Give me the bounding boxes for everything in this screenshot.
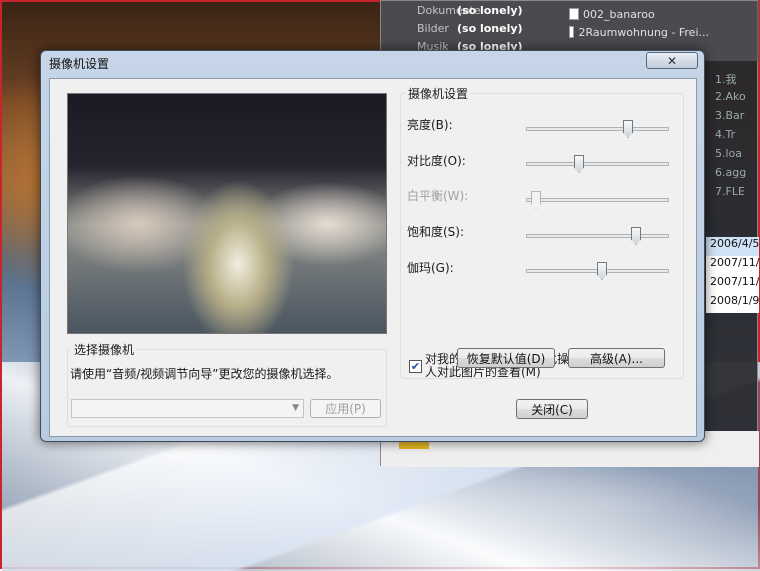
contrast-label: 对比度(O): xyxy=(407,154,466,168)
list-item[interactable]: 3.Bar xyxy=(711,109,759,128)
folder-tag: (so lonely) xyxy=(457,3,523,17)
restore-defaults-label: 恢复默认值(D) xyxy=(466,351,546,366)
list-item[interactable]: 6.agg xyxy=(711,166,759,185)
dialog-title: 摄像机设置 xyxy=(49,57,110,71)
file-list: 002_banaroo 2Raumwohnung - Frei... xyxy=(569,5,709,41)
list-item[interactable]: 7.FLE xyxy=(711,185,759,204)
gamma-label: 伽玛(G): xyxy=(407,261,454,275)
white-balance-slider[interactable] xyxy=(526,191,669,209)
brightness-slider[interactable] xyxy=(526,120,669,138)
camera-preview-image xyxy=(67,93,387,334)
chevron-down-icon: ▼ xyxy=(292,403,299,413)
list-item[interactable]: 1.我 xyxy=(711,71,759,90)
file-name: 2Raumwohnung - Frei... xyxy=(578,25,709,39)
document-icon xyxy=(569,8,579,20)
camera-settings-group-label: 摄像机设置 xyxy=(405,85,472,102)
camera-select-dropdown[interactable]: ▼ xyxy=(71,399,304,418)
close-button[interactable]: 关闭(C) xyxy=(516,399,588,419)
close-icon: ✕ xyxy=(666,53,678,68)
select-camera-hint: 请使用“音频/视频调节向导”更改您的摄像机选择。 xyxy=(70,367,339,381)
select-camera-group-label: 选择摄像机 xyxy=(71,341,138,358)
file-name: 002_banaroo xyxy=(583,7,655,21)
camera-settings-dialog: 摄像机设置 ✕ 选择摄像机 请使用“音频/视频调节向导”更改您的摄像机选择。 ▼… xyxy=(40,50,705,442)
folder-name: Dokumente xyxy=(417,3,481,17)
folder-list: Dokumente (so lonely) Bilder (so lonely) M… xyxy=(387,1,547,55)
date-cell[interactable]: 2006/4/5 xyxy=(706,237,759,256)
file-row[interactable]: 2Raumwohnung - Frei... xyxy=(569,23,709,41)
restore-defaults-button[interactable]: 恢复默认值(D) xyxy=(457,348,555,368)
folder-row[interactable]: Dokumente (so lonely) xyxy=(387,1,547,19)
advanced-button[interactable]: 高级(A)... xyxy=(568,348,665,368)
close-window-button[interactable]: ✕ xyxy=(646,52,698,69)
checkmark-icon: ✔ xyxy=(410,360,421,373)
date-column: 2006/4/5 2007/11/ 2007/11/ 2008/1/9 xyxy=(706,237,759,313)
file-row[interactable]: 002_banaroo xyxy=(569,5,709,23)
date-cell[interactable]: 2007/11/ xyxy=(706,275,759,294)
close-button-label: 关闭(C) xyxy=(531,402,573,417)
apply-button[interactable]: 应用(P) xyxy=(310,399,381,418)
dialog-client-area: 选择摄像机 请使用“音频/视频调节向导”更改您的摄像机选择。 ▼ 应用(P) 摄… xyxy=(49,78,697,437)
folder-tag: (so lonely) xyxy=(457,21,523,35)
folder-row[interactable]: Bilder (so lonely) xyxy=(387,19,547,37)
date-cell[interactable]: 2008/1/9 xyxy=(706,294,759,313)
playlist: 1.我 2.Ako 3.Bar 4.Tr 5.loa 6.agg 7.FLE xyxy=(711,71,759,204)
brightness-label: 亮度(B): xyxy=(407,118,453,132)
list-item[interactable]: 5.loa xyxy=(711,147,759,166)
date-cell[interactable]: 2007/11/ xyxy=(706,256,759,275)
title-bar[interactable]: 摄像机设置 ✕ xyxy=(41,51,704,73)
gamma-slider[interactable] xyxy=(526,262,669,280)
saturation-slider[interactable] xyxy=(526,227,669,245)
list-item[interactable]: 4.Tr xyxy=(711,128,759,147)
saturation-label: 饱和度(S): xyxy=(407,225,465,239)
mirror-checkbox[interactable]: ✔ xyxy=(409,360,422,373)
folder-name: Bilder xyxy=(417,21,449,35)
apply-button-label: 应用(P) xyxy=(325,402,366,416)
contrast-slider[interactable] xyxy=(526,155,669,173)
advanced-button-label: 高级(A)... xyxy=(589,351,644,366)
list-item[interactable]: 2.Ako xyxy=(711,90,759,109)
white-balance-label: 白平衡(W): xyxy=(407,189,469,203)
document-icon xyxy=(569,26,575,38)
